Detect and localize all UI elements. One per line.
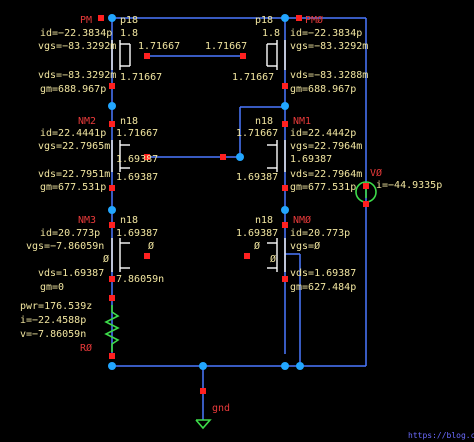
nm0-gm: gm=627.484p xyxy=(290,282,356,293)
pm-left-model: p18 xyxy=(120,15,138,26)
labels-nm1: n18 NM1 1.71667 id=22.4442p vgs=22.7964m… xyxy=(236,116,362,193)
watermark: https://blog.csdn.net xyxy=(408,431,474,440)
labels-source: VØ i=−44.9335p xyxy=(370,167,442,191)
nm2-vds: vds=22.7951m xyxy=(38,169,110,180)
nm0-v-top: 1.69387 xyxy=(236,228,278,239)
nm0-v-body: Ø xyxy=(270,253,276,265)
pm-right-vgs: vgs=−83.3292m xyxy=(290,41,368,52)
nm0-vgs: vgs=Ø xyxy=(290,240,320,252)
nm3-v-top: 1.69387 xyxy=(116,228,158,239)
nm0-name: NMØ xyxy=(293,214,311,226)
pm-right-vds: vds=−83.3288m xyxy=(290,70,368,81)
pm-left-size: 1.8 xyxy=(120,28,138,39)
nm1-vgs: vgs=22.7964m xyxy=(290,141,362,152)
pm-left-vgs: vgs=−83.3292m xyxy=(38,41,116,52)
nm2-vgs: vgs=22.7965m xyxy=(38,141,110,152)
labels-nm2: NM2 n18 id=22.4441p 1.71667 vgs=22.7965m… xyxy=(38,116,158,193)
nm1-model: n18 xyxy=(255,116,273,127)
nm3-gm: gm=0 xyxy=(40,282,64,293)
nm3-model: n18 xyxy=(120,215,138,226)
pm-right-drain-v: 1.71667 xyxy=(232,72,274,83)
nm1-gm: gm=677.531p xyxy=(290,182,356,193)
nm1-name: NM1 xyxy=(293,116,311,127)
pm-right-model: p18 xyxy=(255,15,273,26)
pm-right-name: PMØ xyxy=(305,14,323,26)
pm-right-device[interactable] xyxy=(266,40,286,70)
r0-current: i=−22.4588p xyxy=(20,315,86,326)
pm-right-gate-v: 1.71667 xyxy=(205,41,247,52)
nm2-model: n18 xyxy=(120,116,138,127)
nm1-v-gate: 1.69387 xyxy=(290,154,332,165)
nm0-vds: vds=1.69387 xyxy=(290,268,356,279)
r0-pwr: pwr=176.539z xyxy=(20,301,92,312)
nm2-v-gate: 1.69387 xyxy=(116,154,158,165)
nm3-id: id=20.773p xyxy=(40,228,100,239)
labels-pm-right: p18 PMØ 1.8 id=−22.3834p 1.71667 vgs=−83… xyxy=(205,14,368,95)
nm3-vds: vds=1.69387 xyxy=(38,268,104,279)
nm2-name: NM2 xyxy=(78,116,96,127)
nm2-v-top: 1.71667 xyxy=(116,128,158,139)
pm-left-gm: gm=688.967p xyxy=(40,84,106,95)
nm2-gm: gm=677.531p xyxy=(40,182,106,193)
labels-nm3: NM3 n18 id=20.773p 1.69387 vgs=−7.86059n… xyxy=(26,215,164,293)
r0-voltage: v=−7.86059n xyxy=(20,329,86,340)
nm1-v-top: 1.71667 xyxy=(236,128,278,139)
pm-left-drain-v: 1.71667 xyxy=(120,72,162,83)
gnd-label: gnd xyxy=(212,403,230,414)
nm3-v-src: 7.86059n xyxy=(116,274,164,285)
nm1-v-src: 1.69387 xyxy=(236,172,278,183)
pm-left-gate-v: 1.71667 xyxy=(138,41,180,52)
pm-left-id: id=−22.3834p xyxy=(40,28,112,39)
pm-left-name: PM xyxy=(80,15,92,26)
nm3-v-body: Ø xyxy=(103,253,109,265)
nm2-v-src: 1.69387 xyxy=(116,172,158,183)
r0-name: RØ xyxy=(80,342,92,354)
labels-resistor: pwr=176.539z i=−22.4588p v=−7.86059n RØ xyxy=(20,301,92,354)
v0-current: i=−44.9335p xyxy=(376,180,442,191)
nm2-id: id=22.4441p xyxy=(40,128,106,139)
nm0-v-gate: Ø xyxy=(254,240,260,252)
pm-right-gm: gm=688.967p xyxy=(290,84,356,95)
nm3-device[interactable] xyxy=(111,238,130,272)
v0-name: VØ xyxy=(370,167,382,179)
nm3-v-gate: Ø xyxy=(148,240,154,252)
nm3-vgs: vgs=−7.86059n xyxy=(26,241,104,252)
nm1-id: id=22.4442p xyxy=(290,128,356,139)
pm-left-vds: vds=−83.3292m xyxy=(38,70,116,81)
nm0-id: id=20.773p xyxy=(290,228,350,239)
nm1-device[interactable] xyxy=(267,140,286,172)
nodes xyxy=(108,14,304,370)
nm3-name: NM3 xyxy=(78,215,96,226)
schematic-svg: PM p18 id=−22.3834p 1.8 vgs=−83.3292m 1.… xyxy=(20,14,474,440)
pm-right-id: id=−22.3834p xyxy=(290,28,362,39)
pm-right-size: 1.8 xyxy=(262,28,280,39)
nm1-vds: vds=22.7964m xyxy=(290,169,362,180)
ground-symbol xyxy=(195,419,212,430)
schematic-canvas: PM p18 id=−22.3834p 1.8 vgs=−83.3292m 1.… xyxy=(0,0,474,442)
nm0-model: n18 xyxy=(255,215,273,226)
